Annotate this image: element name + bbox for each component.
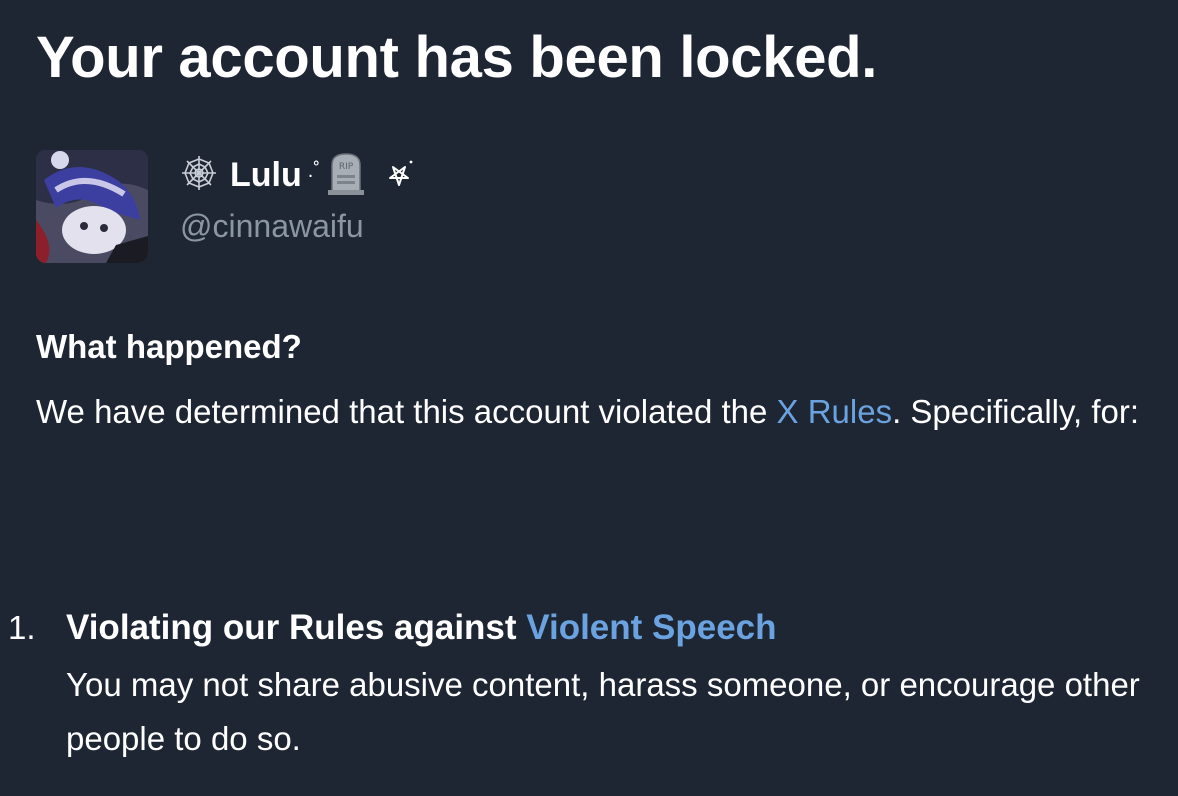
- display-name-row: Lulu .˚ RIP: [180, 150, 414, 200]
- what-happened-heading: What happened?: [36, 328, 302, 365]
- display-name: Lulu: [230, 156, 302, 194]
- avatar: [36, 150, 148, 263]
- page-title: Your account has been locked.: [36, 25, 878, 90]
- headstone-icon: RIP: [326, 151, 366, 200]
- name-sparkle: .˚: [307, 160, 320, 182]
- violation-item: 1. Violating our Rules against Violent S…: [0, 600, 1178, 770]
- violation-title-text: Violating our Rules against: [66, 608, 527, 647]
- x-rules-link[interactable]: X Rules: [777, 393, 893, 430]
- pentagram-icon: [384, 158, 414, 193]
- violation-title: Violating our Rules against Violent Spee…: [66, 600, 777, 656]
- violation-number: 1.: [8, 609, 36, 646]
- what-happened-body: We have determined that this account vio…: [36, 384, 1166, 440]
- violent-speech-link[interactable]: Violent Speech: [526, 608, 776, 647]
- violations-list: 1. Violating our Rules against Violent S…: [0, 600, 1178, 770]
- violation-description: You may not share abusive content, haras…: [66, 666, 1140, 757]
- spider-web-icon: [180, 154, 218, 197]
- account-handle: @cinnawaifu: [180, 208, 364, 244]
- svg-text:RIP: RIP: [339, 162, 354, 172]
- violation-statement: We have determined that this account vio…: [36, 393, 777, 430]
- violation-statement-end: . Specifically, for:: [892, 393, 1140, 430]
